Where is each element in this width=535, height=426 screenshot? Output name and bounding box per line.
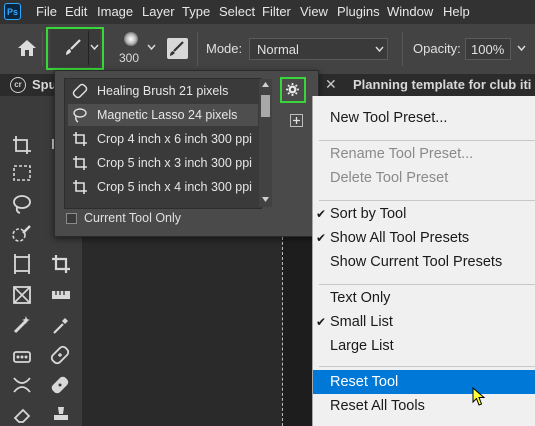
- crop-icon: [73, 180, 87, 194]
- menu-rename-tool-preset: Rename Tool Preset...: [330, 146, 474, 162]
- menu-plugins[interactable]: Plugins: [337, 4, 380, 19]
- stamp-tool-icon[interactable]: [50, 404, 72, 426]
- menu-separator: [319, 140, 535, 141]
- menu-large-list[interactable]: Large List: [313, 334, 535, 358]
- opacity-value: 100%: [471, 42, 505, 57]
- menu-edit[interactable]: Edit: [65, 4, 87, 19]
- band-aid-tool-icon[interactable]: [50, 374, 72, 396]
- opacity-field[interactable]: 100%: [465, 38, 511, 60]
- frame-placeholder-tool-icon[interactable]: [11, 284, 33, 306]
- crop-icon: [73, 156, 87, 170]
- clone-stamp-tool-icon[interactable]: [11, 344, 33, 366]
- preset-label: Crop 5 inch x 4 inch 300 ppi: [97, 180, 252, 194]
- menu-reset-tool[interactable]: Reset Tool: [313, 370, 535, 394]
- menu-delete-tool-preset: Delete Tool Preset: [330, 170, 449, 186]
- chevron-down-icon[interactable]: [147, 44, 156, 51]
- menu-text-only[interactable]: Text Only: [313, 286, 535, 310]
- healing-brush-tool-icon[interactable]: [50, 344, 72, 366]
- menu-type[interactable]: Type: [182, 4, 210, 19]
- brush-size-value: 300: [119, 51, 140, 65]
- menu-separator: [319, 200, 535, 201]
- brush-settings-panel-icon[interactable]: [167, 38, 188, 59]
- ruler-tool-icon[interactable]: [50, 284, 72, 306]
- preset-list-item[interactable]: Crop 5 inch x 3 inch 300 ppi: [68, 152, 258, 174]
- scroll-down-arrow-icon[interactable]: [262, 197, 269, 202]
- new-preset-icon[interactable]: [290, 114, 303, 127]
- menu-layer[interactable]: Layer: [142, 4, 175, 19]
- healing-brush-icon: [72, 83, 88, 99]
- home-icon[interactable]: [16, 38, 38, 58]
- brush-tip-preview-icon[interactable]: [124, 32, 138, 46]
- eraser-tool-icon[interactable]: [11, 404, 33, 426]
- eyedropper-tool-icon[interactable]: [50, 314, 72, 336]
- magnetic-lasso-icon: [73, 108, 87, 123]
- menu-image[interactable]: Image: [97, 4, 133, 19]
- menu-reset-all-tools[interactable]: Reset All Tools: [313, 394, 535, 418]
- creative-cloud-icon: cr: [10, 77, 26, 93]
- preset-options-menu: New Tool Preset... Rename Tool Preset...…: [312, 96, 535, 426]
- spot-healing-brush-tool-icon[interactable]: [11, 314, 33, 336]
- marquee-tool-icon[interactable]: [11, 162, 33, 184]
- current-tool-only-label: Current Tool Only: [84, 211, 182, 225]
- menu-window[interactable]: Window: [387, 4, 433, 19]
- menu-new-tool-preset[interactable]: New Tool Preset...: [313, 106, 535, 130]
- scroll-up-arrow-icon[interactable]: [262, 82, 269, 87]
- preset-list-item[interactable]: Magnetic Lasso 24 pixels: [68, 104, 258, 126]
- mode-select-value: Normal: [257, 42, 299, 57]
- mouse-cursor-icon: [472, 387, 486, 406]
- options-bar: 300 Mode: Normal Opacity: 100%: [0, 24, 535, 74]
- chevron-down-icon: [375, 46, 384, 53]
- menu-separator: [319, 366, 535, 367]
- menu-show-all-tool-presets[interactable]: ✔ Show All Tool Presets: [313, 226, 535, 250]
- transform-tool-icon[interactable]: [11, 374, 33, 396]
- preset-list-item[interactable]: Healing Brush 21 pixels: [68, 80, 258, 102]
- checkmark-icon: ✔: [316, 315, 327, 329]
- quick-selection-tool-icon[interactable]: [11, 223, 33, 245]
- tool-preset-picker-panel: Healing Brush 21 pixels Magnetic Lasso 2…: [54, 70, 319, 237]
- preset-label: Crop 4 inch x 6 inch 300 ppi: [97, 132, 252, 146]
- menu-file[interactable]: File: [36, 4, 57, 19]
- left-tab-label[interactable]: Spu: [32, 77, 57, 92]
- checkmark-icon: ✔: [316, 207, 327, 221]
- preset-label: Healing Brush 21 pixels: [97, 84, 229, 98]
- preset-label: Magnetic Lasso 24 pixels: [97, 108, 238, 122]
- photoshop-logo-icon: Ps: [4, 3, 21, 20]
- crop-icon: [73, 132, 87, 146]
- chevron-down-icon[interactable]: [517, 45, 526, 52]
- mode-label: Mode:: [206, 41, 243, 56]
- preset-list-item[interactable]: Crop 5 inch x 4 inch 300 ppi: [68, 176, 258, 198]
- opacity-label: Opacity:: [413, 41, 461, 56]
- divider: [402, 32, 403, 66]
- checkmark-icon: ✔: [316, 231, 327, 245]
- document-tab-title[interactable]: Planning template for club iti: [353, 77, 531, 92]
- menu-show-current-tool-presets[interactable]: Show Current Tool Presets: [313, 250, 535, 274]
- divider: [197, 32, 198, 66]
- preset-list-item[interactable]: Crop 4 inch x 6 inch 300 ppi: [68, 128, 258, 150]
- lasso-tool-icon[interactable]: [11, 193, 33, 215]
- divider: [42, 32, 43, 66]
- preset-list-scrollbar[interactable]: [259, 79, 272, 207]
- scrollbar-thumb[interactable]: [261, 95, 270, 117]
- annotation-highlight-box: [280, 77, 306, 103]
- close-tab-icon[interactable]: ✕: [325, 76, 337, 93]
- frame-tool-icon[interactable]: [11, 253, 33, 275]
- mode-select[interactable]: Normal: [249, 38, 388, 60]
- annotation-highlight-box: [46, 27, 104, 70]
- menu-small-list[interactable]: ✔ Small List: [313, 310, 535, 334]
- crop-tool-icon[interactable]: [50, 253, 72, 275]
- menu-select[interactable]: Select: [219, 4, 255, 19]
- menu-sort-by-tool[interactable]: ✔ Sort by Tool: [313, 202, 535, 226]
- artboard-tool-icon[interactable]: [11, 134, 33, 156]
- current-tool-only-checkbox[interactable]: [66, 213, 77, 224]
- preset-label: Crop 5 inch x 3 inch 300 ppi: [97, 156, 252, 170]
- menu-view[interactable]: View: [300, 4, 328, 19]
- menu-filter[interactable]: Filter: [262, 4, 291, 19]
- menu-bar: Ps File Edit Image Layer Type Select Fil…: [0, 0, 535, 24]
- menu-separator: [319, 284, 535, 285]
- menu-help[interactable]: Help: [443, 4, 470, 19]
